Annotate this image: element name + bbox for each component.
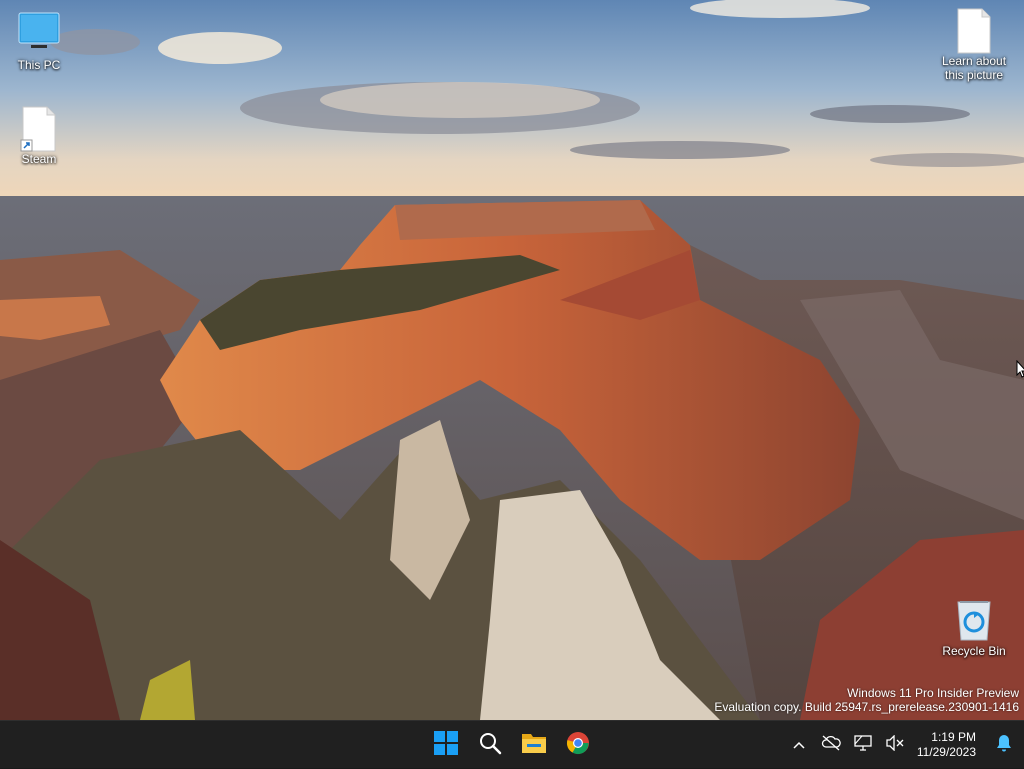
chrome-button[interactable] [556,721,600,769]
show-hidden-icons-button[interactable] [783,721,815,769]
volume-button[interactable] [879,721,911,769]
taskbar-apps [424,721,600,769]
notification-bell-icon [996,734,1012,757]
clock-date: 11/29/2023 [916,745,976,759]
document-icon [952,8,996,54]
mouse-cursor-icon [1016,359,1024,383]
notifications-button[interactable] [984,721,1024,769]
desktop-wallpaper [0,0,1024,720]
windows-start-icon [434,730,458,760]
desktop-icon-label: Recycle Bin [942,644,1006,658]
file-explorer-button[interactable] [512,721,556,769]
desktop-icon-label: Steam [21,152,57,166]
recycle-bin-icon [952,598,996,642]
watermark-build: Evaluation copy. Build 25947.rs_prerelea… [714,700,1019,714]
network-button[interactable] [847,721,879,769]
search-icon [478,731,502,760]
volume-muted-icon [886,733,904,756]
desktop-icon-learn-about-picture[interactable]: Learn about this picture [936,8,1012,82]
evaluation-watermark: Windows 11 Pro Insider Preview Evaluatio… [714,686,1019,714]
watermark-edition: Windows 11 Pro Insider Preview [847,686,1019,700]
this-pc-icon [17,12,61,56]
desktop-icon-recycle-bin[interactable]: Recycle Bin [936,598,1012,658]
system-tray: 1:19 PM 11/29/2023 [783,721,1024,769]
steam-shortcut-icon [17,106,61,152]
network-icon [854,734,872,756]
clock-time: 1:19 PM [931,730,976,744]
desktop-icon-this-pc[interactable]: This PC [1,12,77,72]
taskbar: 1:19 PM 11/29/2023 [0,720,1024,768]
folder-icon [521,731,547,760]
onedrive-button[interactable] [815,721,847,769]
chevron-up-icon [793,736,805,754]
desktop-icon-label: This PC [17,58,61,72]
desktop-icon-label: Learn about this picture [941,54,1007,82]
clock-button[interactable]: 1:19 PM 11/29/2023 [911,730,984,760]
start-button[interactable] [424,721,468,769]
onedrive-offline-icon [821,735,841,756]
chrome-icon [566,731,590,760]
search-button[interactable] [468,721,512,769]
desktop-icon-steam[interactable]: Steam [1,106,77,166]
